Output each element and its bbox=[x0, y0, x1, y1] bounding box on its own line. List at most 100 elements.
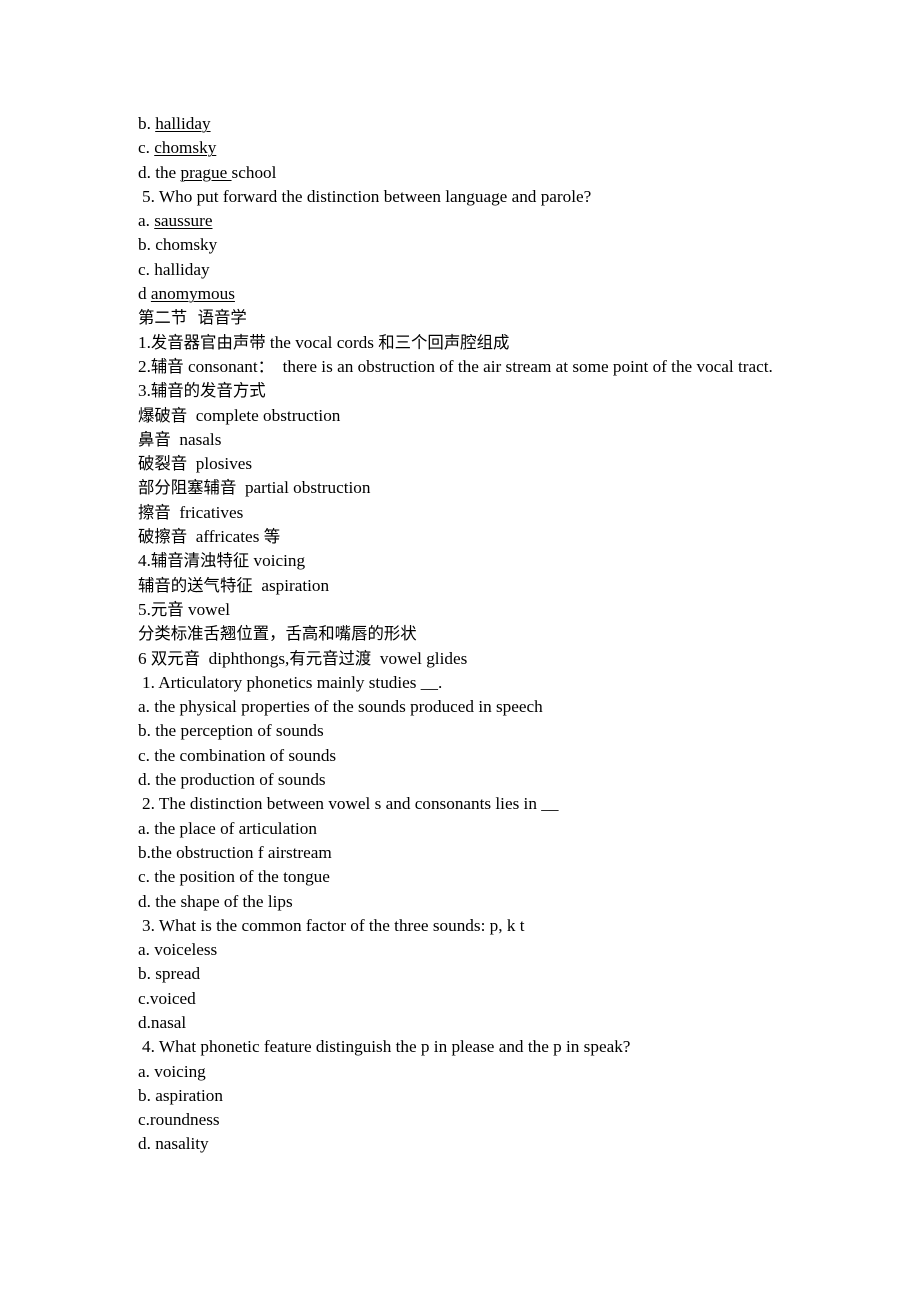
q1-opt-d: d. the production of sounds bbox=[138, 768, 820, 792]
note-3-manner-seg-0: 3. bbox=[138, 381, 151, 401]
q1-opt-b: b. the perception of sounds bbox=[138, 719, 820, 743]
note-4-voicing-seg-2: voicing bbox=[249, 551, 306, 571]
q4-opt-a-seg-0: a. voicing bbox=[138, 1061, 206, 1081]
note-2-consonant-seg-0: 2. bbox=[138, 356, 151, 376]
term-nasals-seg-1: nasals bbox=[170, 429, 222, 449]
note-4-voicing-seg-0: 4. bbox=[138, 551, 151, 571]
note-6-diphthongs-seg-2: diphthongs, bbox=[200, 648, 290, 668]
q1-opt-a: a. the physical properties of the sounds… bbox=[138, 695, 820, 719]
q3-opt-a: a. voiceless bbox=[138, 938, 820, 962]
q2-opt-a-seg-0: a. the place of articulation bbox=[138, 818, 317, 838]
note-4-voicing: 4.辅音清浊特征 voicing bbox=[138, 549, 820, 573]
term-complete-obstruction-seg-0: 爆破音 bbox=[138, 405, 188, 425]
q1-opt-b-seg-0: b. the perception of sounds bbox=[138, 721, 324, 741]
note-6-diphthongs-seg-1: 双元音 bbox=[150, 648, 201, 668]
term-aspiration: 辅音的送气特征 aspiration bbox=[138, 574, 820, 598]
q3-opt-a-seg-0: a. voiceless bbox=[138, 940, 218, 960]
q1-opt-c-seg-0: c. the combination of sounds bbox=[138, 745, 337, 765]
q3-opt-c-seg-0: c.voiced bbox=[138, 988, 196, 1008]
q4-opt-a: a. voicing bbox=[138, 1060, 820, 1084]
question-3-seg-0: 3. What is the common factor of the thre… bbox=[142, 915, 525, 935]
q3-opt-c: c.voiced bbox=[138, 987, 820, 1011]
note-5-vowel: 5.元音 vowel bbox=[138, 598, 820, 622]
note-1-vocal-organs-seg-3: 和三个回声腔组成 bbox=[378, 332, 510, 352]
question-5-seg-0: 5. Who put forward the distinction betwe… bbox=[142, 186, 592, 206]
q4-opt-b: b. aspiration bbox=[138, 1084, 820, 1108]
q4-opt-b-seg-0: b. aspiration bbox=[138, 1085, 223, 1105]
note-4-voicing-seg-1: 辅音清浊特征 bbox=[150, 551, 250, 571]
question-1-seg-0: 1. Articulatory phonetics mainly studies… bbox=[142, 672, 443, 692]
question-4-seg-0: 4. What phonetic feature distinguish the… bbox=[142, 1037, 631, 1057]
note-5-vowel-seg-2: vowel bbox=[183, 599, 230, 619]
opt-d-anomymous: d anomymous bbox=[138, 282, 820, 306]
term-affricates-seg-2: 等 bbox=[263, 527, 281, 547]
term-affricates: 破擦音 affricates 等 bbox=[138, 525, 820, 549]
term-plosives: 破裂音 plosives bbox=[138, 452, 820, 476]
note-5-vowel-seg-0: 5. bbox=[138, 599, 151, 619]
opt-d-anomymous-seg-1: anomymous bbox=[150, 284, 235, 304]
question-5: 5. Who put forward the distinction betwe… bbox=[138, 185, 820, 209]
q2-opt-b-seg-0: b.the obstruction f airstream bbox=[138, 842, 332, 862]
term-affricates-seg-1: affricates bbox=[187, 527, 264, 547]
note-2-consonant-seg-2: consonant bbox=[183, 356, 258, 376]
q1-opt-c: c. the combination of sounds bbox=[138, 744, 820, 768]
q2-opt-b: b.the obstruction f airstream bbox=[138, 841, 820, 865]
opt-a-saussure: a. saussure bbox=[138, 209, 820, 233]
q1-opt-d-seg-0: d. the production of sounds bbox=[138, 770, 326, 790]
opt-d-prague-school-seg-1: prague bbox=[180, 162, 232, 182]
q2-opt-c: c. the position of the tongue bbox=[138, 865, 820, 889]
opt-b-halliday-seg-0: b. bbox=[138, 114, 156, 133]
opt-a-saussure-seg-1: saussure bbox=[154, 211, 213, 231]
question-4: 4. What phonetic feature distinguish the… bbox=[138, 1035, 820, 1059]
q2-opt-c-seg-0: c. the position of the tongue bbox=[138, 867, 330, 887]
opt-d-prague-school-seg-0: d. the bbox=[138, 162, 181, 182]
term-partial-obstruction-seg-0: 部分阻塞辅音 bbox=[138, 478, 237, 498]
q3-opt-d-seg-0: d.nasal bbox=[138, 1012, 187, 1032]
note-1-vocal-organs: 1.发音器官由声带 the vocal cords 和三个回声腔组成 bbox=[138, 331, 820, 355]
note-2-consonant-seg-4: there is an obstruction of the air strea… bbox=[274, 356, 773, 376]
opt-b-halliday-seg-1: halliday bbox=[155, 114, 211, 133]
term-affricates-seg-0: 破擦音 bbox=[138, 527, 188, 547]
opt-c-chomsky-seg-1: chomsky bbox=[154, 138, 217, 158]
opt-b-halliday: b. halliday bbox=[138, 112, 820, 136]
q3-opt-b-seg-0: b. spread bbox=[138, 964, 201, 984]
note-2-consonant-seg-3: ： bbox=[257, 356, 275, 376]
opt-d-prague-school-seg-2: school bbox=[231, 162, 277, 182]
opt-c-halliday-seg-0: c. halliday bbox=[138, 259, 210, 279]
term-partial-obstruction: 部分阻塞辅音 partial obstruction bbox=[138, 476, 820, 500]
note-1-vocal-organs-seg-0: 1. bbox=[138, 332, 151, 352]
term-complete-obstruction-seg-1: complete obstruction bbox=[187, 405, 341, 425]
question-2-seg-0: 2. The distinction between vowel s and c… bbox=[142, 794, 559, 814]
term-partial-obstruction-seg-1: partial obstruction bbox=[236, 478, 371, 498]
note-vowel-criteria-seg-0: 分类标准舌翘位置，舌高和嘴唇的形状 bbox=[138, 624, 417, 644]
note-1-vocal-organs-seg-1: 发音器官由声带 bbox=[150, 332, 266, 352]
q4-opt-d-seg-0: d. nasality bbox=[138, 1134, 209, 1154]
opt-c-halliday: c. halliday bbox=[138, 258, 820, 282]
note-vowel-criteria: 分类标准舌翘位置，舌高和嘴唇的形状 bbox=[138, 622, 820, 646]
q3-opt-b: b. spread bbox=[138, 962, 820, 986]
question-3: 3. What is the common factor of the thre… bbox=[138, 914, 820, 938]
opt-c-chomsky: c. chomsky bbox=[138, 136, 820, 160]
term-plosives-seg-0: 破裂音 bbox=[138, 454, 188, 474]
term-plosives-seg-1: plosives bbox=[187, 454, 253, 474]
note-1-vocal-organs-seg-2: the vocal cords bbox=[265, 332, 379, 352]
q4-opt-d: d. nasality bbox=[138, 1132, 820, 1156]
q2-opt-d-seg-0: d. the shape of the lips bbox=[138, 891, 293, 911]
term-aspiration-seg-1: aspiration bbox=[252, 575, 330, 595]
note-3-manner-seg-1: 辅音的发音方式 bbox=[150, 381, 266, 401]
section-heading-seg-0: 第二节 语音学 bbox=[138, 308, 247, 328]
opt-d-prague-school: d. the prague school bbox=[138, 161, 820, 185]
note-6-diphthongs-seg-0: 6 bbox=[138, 648, 151, 668]
note-2-consonant: 2.辅音 consonant： there is an obstruction … bbox=[138, 355, 820, 379]
opt-c-chomsky-seg-0: c. bbox=[138, 138, 155, 158]
q4-opt-c: c.roundness bbox=[138, 1108, 820, 1132]
note-5-vowel-seg-1: 元音 bbox=[150, 599, 184, 619]
opt-b-chomsky-seg-0: b. chomsky bbox=[138, 235, 218, 255]
question-2: 2. The distinction between vowel s and c… bbox=[138, 792, 820, 816]
q2-opt-a: a. the place of articulation bbox=[138, 817, 820, 841]
document-page: b. halliday c. chomsky d. the prague schoo… bbox=[0, 0, 920, 1302]
term-aspiration-seg-0: 辅音的送气特征 bbox=[138, 575, 253, 595]
term-fricatives-seg-1: fricatives bbox=[170, 502, 244, 522]
q4-opt-c-seg-0: c.roundness bbox=[138, 1110, 220, 1130]
document-text-body: b. halliday c. chomsky d. the prague schoo… bbox=[138, 112, 820, 1157]
